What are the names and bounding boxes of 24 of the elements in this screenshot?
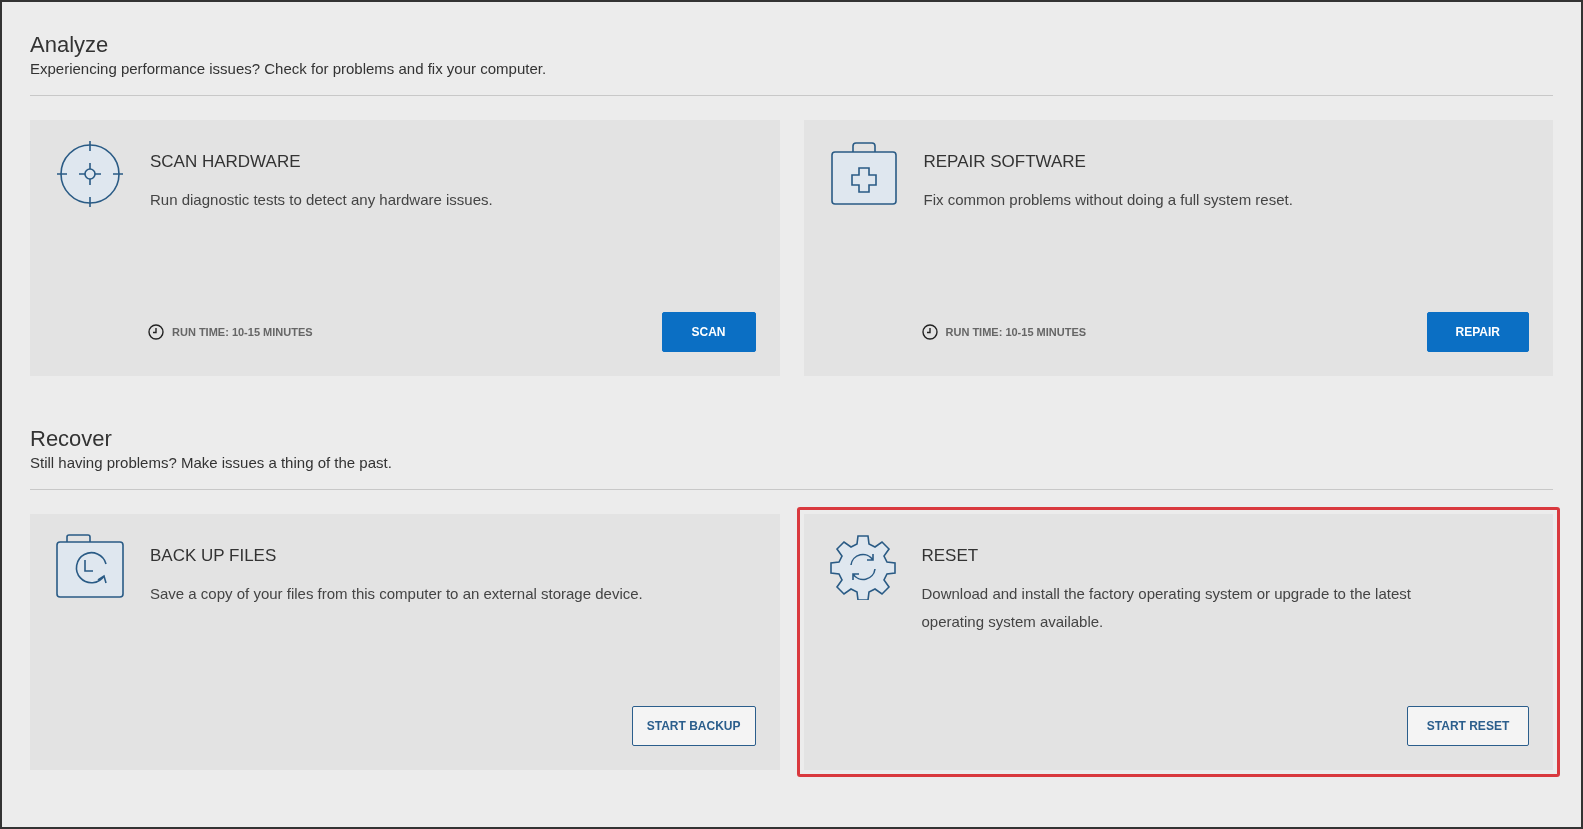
card-description: Download and install the factory operating system or upgrade to the latest operating system available. (921, 584, 1412, 632)
section-subtitle: Still having problems? Make issues a thing of the past. (30, 454, 393, 471)
card-title: BACK UP FILES (150, 546, 278, 566)
card-title: SCAN HARDWARE (150, 152, 302, 172)
clock-folder-icon (56, 534, 124, 598)
card-title: REPAIR SOFTWARE (923, 152, 1087, 172)
card-description: Save a copy of your files from this computer to an external storage device. (150, 584, 643, 604)
card-title: RESET (921, 546, 980, 566)
gear-icon (829, 534, 896, 600)
section-title: Recover (30, 426, 113, 452)
clock-icon (921, 324, 938, 340)
section-subtitle: Experiencing performance issues? Check for problems and fix your computer. (30, 60, 548, 77)
action-button[interactable]: SCAN (661, 312, 756, 352)
section-title: Analyze (30, 32, 110, 58)
action-button[interactable]: START RESET (1407, 706, 1529, 746)
medical-kit-icon (829, 140, 898, 208)
crosshair-icon (56, 140, 124, 208)
run-time-label: RUN TIME: 10-15 MINUTES (945, 326, 1087, 338)
card-description: Fix common problems without doing a full system reset. (923, 190, 1293, 210)
card-description: Run diagnostic tests to detect any hardware issues. (150, 190, 493, 210)
action-button[interactable]: REPAIR (1426, 312, 1529, 352)
clock-icon (148, 324, 164, 340)
action-button[interactable]: START BACKUP (631, 706, 756, 746)
run-time-label: RUN TIME: 10-15 MINUTES (172, 326, 313, 338)
